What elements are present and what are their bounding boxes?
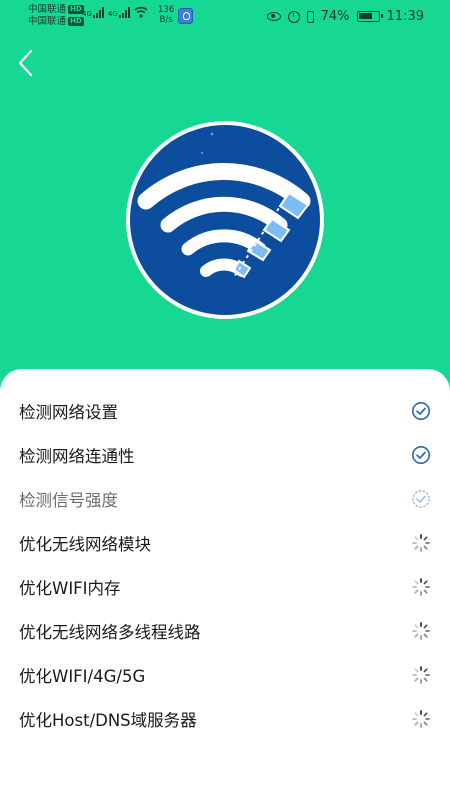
loading-spinner-icon (412, 666, 430, 684)
check-item: 优化无线网络多线程线路 (0, 609, 450, 653)
status-right: 74% 11:39 (266, 9, 424, 24)
chevron-left-icon (18, 49, 33, 77)
check-item-label: 优化WIFI/4G/5G (19, 667, 146, 686)
clock: 11:39 (386, 9, 424, 24)
check-item-label: 优化无线网络模块 (19, 535, 151, 554)
loading-spinner-icon (412, 710, 430, 728)
net-type-label-1: 4G (82, 10, 92, 18)
check-item-label: 优化无线网络多线程线路 (19, 623, 201, 642)
lightbulb-notification-icon (178, 8, 193, 24)
check-item: 检测网络连通性 (0, 433, 450, 477)
net-speed-value: 136 (158, 5, 175, 15)
status-bar: 中国联通 HD 中国联通 HD 4G 4G 136 B/s 74% 11:39 (0, 0, 450, 34)
wifi-hero-illustration (124, 119, 326, 321)
carrier-1-label: 中国联通 (28, 4, 67, 15)
check-item: 优化WIFI内存 (0, 565, 450, 609)
loading-spinner-icon (412, 578, 430, 596)
net-type-label-2: 4G (107, 10, 118, 18)
check-item-label: 优化WIFI内存 (19, 579, 121, 598)
signal-bars-2-icon (118, 6, 130, 18)
check-item: 优化Host/DNS域服务器 (0, 697, 450, 741)
wifi-status-icon (134, 6, 148, 18)
wifi-icon (126, 121, 324, 319)
carrier-1: 中国联通 HD (28, 4, 84, 15)
carrier-2-label: 中国联通 (28, 16, 67, 27)
net-speed: 136 B/s (158, 5, 174, 25)
check-item-label: 检测网络连通性 (19, 447, 135, 466)
signal-indicators: 4G 4G (82, 6, 148, 18)
carrier-2: 中国联通 HD (28, 16, 84, 27)
check-running-icon (412, 490, 430, 508)
check-done-icon (412, 446, 430, 464)
loading-spinner-icon (412, 534, 430, 552)
check-item: 检测网络设置 (0, 389, 450, 433)
check-item-label: 检测信号强度 (19, 491, 118, 510)
vibrate-icon (306, 10, 314, 23)
check-item: 优化无线网络模块 (0, 521, 450, 565)
hd-badge-2: HD (68, 17, 84, 26)
check-item: 检测信号强度 (0, 477, 450, 521)
battery-icon (356, 11, 383, 22)
optimization-checklist: 检测网络设置 检测网络连通性 检测信号强度 优化无线网络模块 优化WIFI内存 … (0, 369, 450, 800)
battery-percent: 74% (320, 9, 350, 24)
eye-comfort-icon (266, 12, 281, 21)
loading-spinner-icon (412, 622, 430, 640)
net-speed-unit: B/s (159, 15, 173, 25)
check-item-label: 优化Host/DNS域服务器 (19, 711, 197, 730)
back-button[interactable] (14, 46, 48, 80)
check-done-icon (412, 402, 430, 420)
check-item: 优化WIFI/4G/5G (0, 653, 450, 697)
check-item-label: 检测网络设置 (19, 403, 118, 422)
signal-bars-1-icon (92, 6, 104, 18)
alarm-icon (287, 10, 300, 23)
